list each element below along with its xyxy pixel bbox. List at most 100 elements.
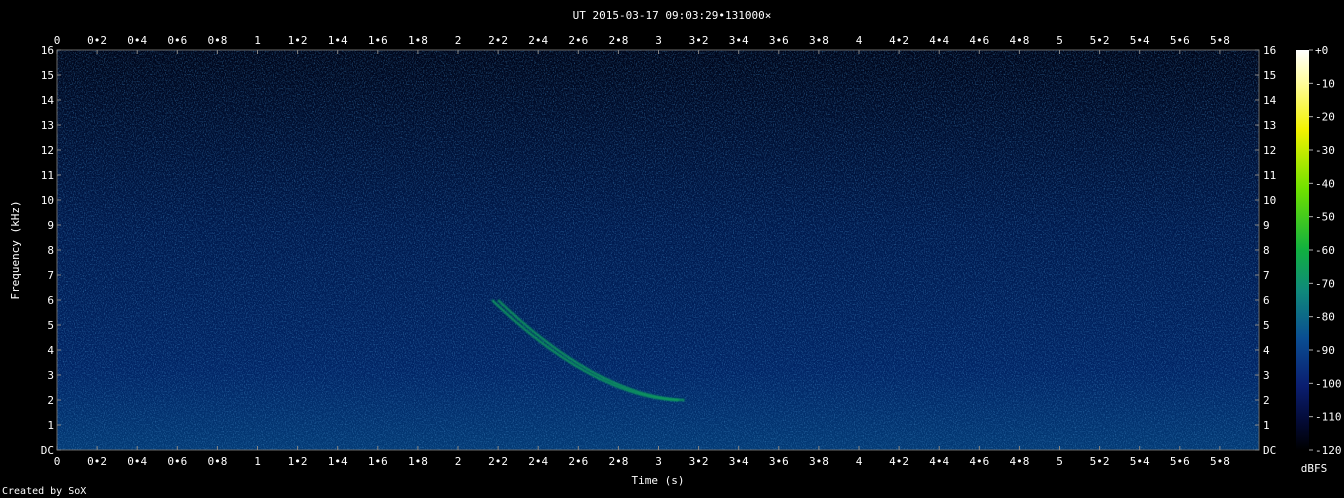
y-tick-label-left: 8 [47,244,54,257]
x-tick-label-bottom: 3•2 [689,455,709,468]
y-tick-label-left: 16 [41,44,54,57]
x-tick-label-bottom: 2•2 [488,455,508,468]
y-tick-label-right: DC [1263,444,1276,457]
y-tick-label-right: 11 [1263,169,1276,182]
x-tick-label-top: 2•6 [568,34,588,47]
y-tick-label-right: 15 [1263,69,1276,82]
y-tick-label-left: 2 [47,394,54,407]
x-tick-label-top: 5•4 [1130,34,1150,47]
x-tick-label-top: 2•4 [528,34,548,47]
x-tick-label-top: 4•8 [1009,34,1029,47]
colorbar-gradient [1296,50,1309,450]
colorbar-tick-label: -30 [1315,144,1335,157]
x-tick-label-top: 2•2 [488,34,508,47]
x-tick-label-bottom: 1 [254,455,261,468]
colorbar-tick-label: -90 [1315,344,1335,357]
x-tick-label-bottom: 4•4 [929,455,949,468]
spectrogram-figure: UT 2015-03-17 09:03:29•131000× 0 0•2 0•4 0•… [2,9,1342,497]
x-tick-label-top: 4 [856,34,863,47]
y-tick-label-right: 12 [1263,144,1276,157]
x-tick-label-top: 1•4 [328,34,348,47]
y-tick-label-right: 4 [1263,344,1270,357]
x-tick-label-bottom: 5 [1056,455,1063,468]
y-tick-label-left: DC [41,444,54,457]
x-tick-label-bottom: 5•2 [1090,455,1110,468]
y-tick-label-right: 5 [1263,319,1270,332]
y-tick-label-left: 15 [41,69,54,82]
x-tick-label-top: 3 [655,34,662,47]
chart-title: UT 2015-03-17 09:03:29•131000× [573,9,772,22]
colorbar-tick-label: -120 [1315,444,1342,457]
x-tick-label-bottom: 1•4 [328,455,348,468]
x-tick-label-top: 3•8 [809,34,829,47]
x-tick-label-bottom: 5•4 [1130,455,1150,468]
x-tick-label-bottom: 0•4 [127,455,147,468]
x-tick-label-bottom: 0•6 [167,455,187,468]
y-tick-label-left: 14 [41,94,55,107]
y-tick-label-left: 7 [47,269,54,282]
x-tick-label-bottom: 3 [655,455,662,468]
y-tick-label-left: 4 [47,344,54,357]
x-tick-label-top: 1•2 [288,34,308,47]
y-tick-label-right: 3 [1263,369,1270,382]
x-tick-label-bottom: 0•2 [87,455,107,468]
y-tick-label-left: 9 [47,219,54,232]
x-tick-label-top: 1•6 [368,34,388,47]
y-tick-label-left: 6 [47,294,54,307]
colorbar-ticks: +0 -10 -20 -30 -40 -50 -60 -70 -80 -90 -100 -110 -12… [1309,44,1342,457]
colorbar-tick-label: -50 [1315,211,1335,224]
colorbar-tick-label: -60 [1315,244,1335,257]
colorbar-tick-label: +0 [1315,44,1328,57]
x-tick-label-top: 5•2 [1090,34,1110,47]
plot-area [57,50,1259,450]
colorbar-label: dBFS [1301,462,1328,475]
y-tick-label-left: 5 [47,319,54,332]
colorbar: +0 -10 -20 -30 -40 -50 -60 -70 -80 -90 -100 -110 -12… [1296,44,1342,475]
y-tick-label-left: 3 [47,369,54,382]
x-tick-label-top: 5 [1056,34,1063,47]
x-axis-label: Time (s) [632,474,685,487]
x-tick-label-bottom: 0 [54,455,61,468]
y-tick-label-right: 2 [1263,394,1270,407]
y-tick-label-right: 10 [1263,194,1276,207]
y-tick-label-right: 1 [1263,419,1270,432]
x-tick-label-bottom: 3•8 [809,455,829,468]
x-tick-label-bottom: 1•2 [288,455,308,468]
colorbar-tick-label: -40 [1315,177,1335,190]
colorbar-tick-label: -110 [1315,411,1342,424]
x-tick-label-bottom: 4•2 [889,455,909,468]
x-tick-label-bottom: 2•6 [568,455,588,468]
x-tick-label-top: 2 [455,34,462,47]
y-tick-label-left: 12 [41,144,54,157]
y-tick-label-left: 11 [41,169,54,182]
y-tick-label-right: 13 [1263,119,1276,132]
x-tick-label-bottom: 4 [856,455,863,468]
x-tick-label-bottom: 4•8 [1009,455,1029,468]
x-tick-label-bottom: 2•8 [608,455,628,468]
x-tick-label-bottom: 3•4 [729,455,749,468]
colorbar-tick-label: -80 [1315,311,1335,324]
y-tick-label-right: 6 [1263,294,1270,307]
colorbar-tick-label: -100 [1315,377,1342,390]
x-tick-label-top: 5•8 [1210,34,1230,47]
y-axis-label: Frequency (kHz) [9,200,22,299]
y-tick-label-right: 14 [1263,94,1277,107]
y-tick-label-left: 1 [47,419,54,432]
y-tick-label-right: 7 [1263,269,1270,282]
x-tick-label-bottom: 2•4 [528,455,548,468]
y-tick-label-left: 10 [41,194,54,207]
colorbar-tick-label: -70 [1315,277,1335,290]
y-tick-label-right: 8 [1263,244,1270,257]
x-tick-label-top: 4•4 [929,34,949,47]
x-tick-label-top: 0•8 [207,34,227,47]
x-tick-label-bottom: 2 [455,455,462,468]
x-tick-label-top: 5•6 [1170,34,1190,47]
y-tick-label-left: 13 [41,119,54,132]
x-tick-label-top: 1 [254,34,261,47]
x-tick-label-bottom: 5•6 [1170,455,1190,468]
colorbar-tick-label: -20 [1315,111,1335,124]
y-tick-label-right: 9 [1263,219,1270,232]
x-tick-label-top: 1•8 [408,34,428,47]
x-tick-label-top: 3•2 [689,34,709,47]
x-tick-label-top: 3•6 [769,34,789,47]
